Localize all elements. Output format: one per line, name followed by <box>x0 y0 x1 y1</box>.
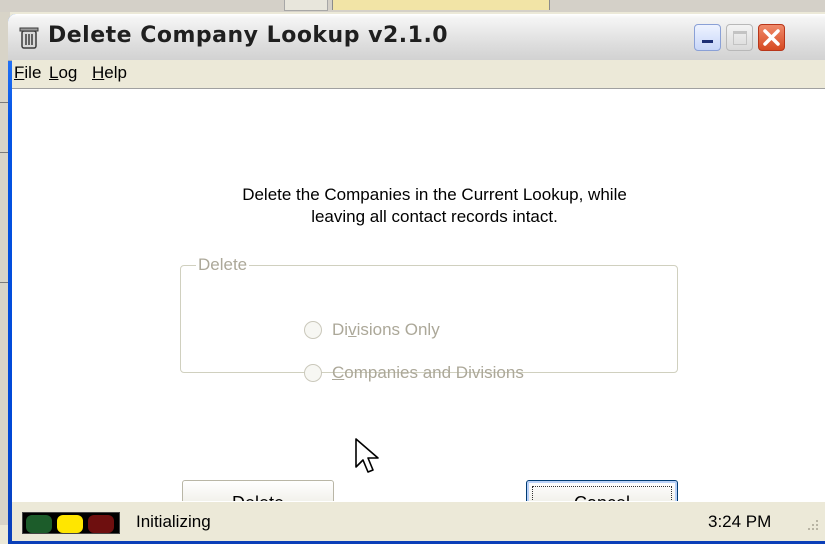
radio-label: Companies and Divisions <box>332 363 524 382</box>
background-window-fragment <box>332 0 550 10</box>
radio-label: Divisions Only <box>332 320 440 339</box>
resize-grip-icon[interactable] <box>800 516 822 538</box>
status-bar: Initializing 3:24 PM <box>12 501 825 541</box>
groupbox-label: Delete <box>196 255 250 275</box>
radio-button[interactable] <box>304 364 322 382</box>
minimize-button[interactable] <box>694 24 721 51</box>
close-icon <box>763 29 780 46</box>
app-window: Delete Company Lookup v2.1.0 File Log He… <box>8 14 825 544</box>
description-text: Delete the Companies in the Current Look… <box>242 185 627 226</box>
maximize-button[interactable] <box>726 24 753 51</box>
close-button[interactable] <box>758 24 785 51</box>
client-area: File Log Help Delete the Companies in th… <box>12 60 825 541</box>
menu-file[interactable]: File <box>14 63 41 83</box>
radio-button[interactable] <box>304 321 322 339</box>
yellow-light-icon <box>57 515 83 533</box>
main-panel: Delete the Companies in the Current Look… <box>12 88 825 526</box>
menu-help[interactable]: Help <box>92 63 127 83</box>
menu-bar: File Log Help <box>12 60 825 86</box>
window-title: Delete Company Lookup v2.1.0 <box>48 23 449 48</box>
mouse-pointer-icon <box>355 438 379 473</box>
traffic-light-indicator <box>22 512 120 534</box>
green-light-icon <box>26 515 52 533</box>
background-window-fragment <box>284 0 328 11</box>
trash-can-icon[interactable] <box>16 24 42 50</box>
delete-groupbox <box>180 265 678 373</box>
status-time: 3:24 PM <box>708 512 772 531</box>
menu-log[interactable]: Log <box>49 63 77 83</box>
status-text: Initializing <box>136 512 211 531</box>
title-bar[interactable]: Delete Company Lookup v2.1.0 <box>8 14 825 61</box>
red-light-icon <box>88 515 114 533</box>
